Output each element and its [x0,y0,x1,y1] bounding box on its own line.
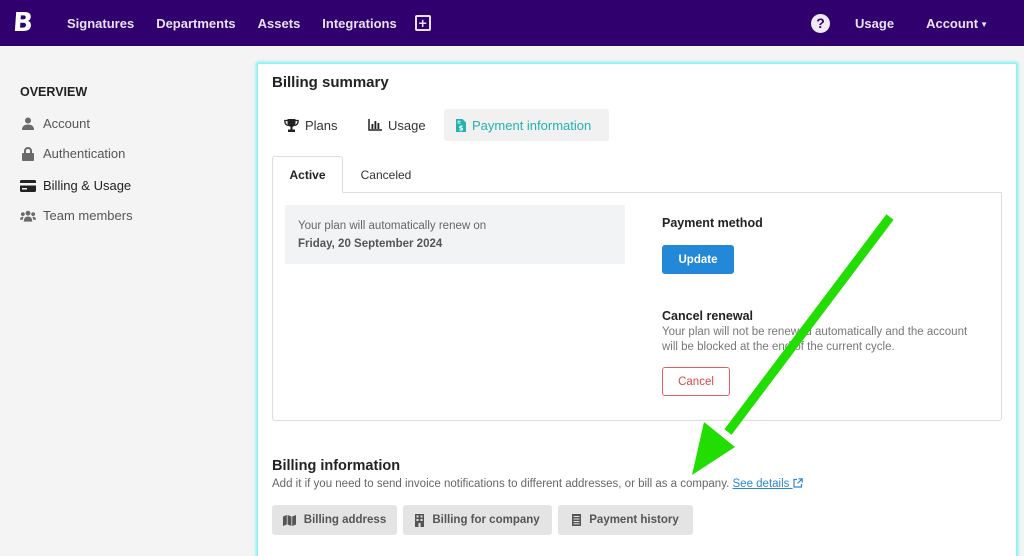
sidebar-item-billing-usage[interactable]: Billing & Usage [20,178,131,193]
sidebar-item-team-members[interactable]: Team members [20,208,133,223]
nav-signatures[interactable]: Signatures [67,16,134,31]
subscription-tabs: Active Canceled [272,156,1002,193]
trophy-icon [284,118,299,132]
users-icon [20,210,36,222]
billing-information-description: Add it if you need to send invoice notif… [272,478,803,490]
sidebar-item-account[interactable]: Account [20,116,90,131]
sidebar-item-label: Billing & Usage [43,178,132,193]
svg-text:$: $ [459,124,464,132]
renewal-info: Your plan will automatically renew on Fr… [285,205,625,264]
billing-summary-title: Billing summary [272,74,389,91]
see-details-link[interactable]: See details [733,478,803,490]
building-icon [415,513,425,527]
payment-history-button[interactable]: Payment history [558,505,693,535]
nav-assets[interactable]: Assets [258,16,301,31]
subtab-canceled[interactable]: Canceled [350,156,422,193]
billing-panel: Billing summary Plans Usage $ Payment in… [258,64,1016,556]
tab-payment-information-label: Payment information [472,117,592,133]
plus-square-icon[interactable]: + [414,15,431,31]
sidebar-heading: OVERVIEW [20,85,88,99]
billing-for-company-button[interactable]: Billing for company [403,505,552,535]
renewal-text: Your plan will automatically renew on [298,220,487,232]
active-subscription-content: Your plan will automatically renew on Fr… [272,192,1002,421]
nav-departments[interactable]: Departments [156,16,235,31]
lock-icon [20,146,36,161]
user-icon [20,117,36,130]
payment-method-title: Payment method [662,216,763,230]
subtab-active[interactable]: Active [272,156,343,193]
question-circle-icon[interactable]: ? [811,13,831,33]
sidebar-item-label: Authentication [43,146,126,161]
receipt-icon [572,514,582,526]
renewal-date: Friday, 20 September 2024 [298,238,443,250]
tab-plans[interactable]: Plans [284,109,338,141]
cancel-renewal-title: Cancel renewal [662,309,754,323]
sidebar-item-label: Team members [43,208,133,223]
sidebar: OVERVIEW Account Authentication Billing … [0,46,250,556]
tab-usage[interactable]: Usage [368,109,426,141]
tab-plans-label: Plans [305,117,338,133]
sidebar-item-label: Account [43,116,90,131]
account-menu[interactable]: Account ▼ [926,16,988,31]
chart-bar-icon [368,119,382,131]
sidebar-item-authentication[interactable]: Authentication [20,146,125,161]
tab-payment-information[interactable]: $ Payment information [444,109,609,141]
cancel-renewal-description: Your plan will not be renewed automatica… [662,326,968,353]
external-link-icon [793,478,803,488]
caret-down-icon: ▼ [980,19,988,29]
update-payment-method-button[interactable]: Update [662,245,734,274]
brand-logo[interactable]: B [0,0,46,46]
billing-information-title: Billing information [272,458,401,474]
map-icon [282,514,296,526]
credit-card-icon [20,179,36,192]
cancel-renewal-button[interactable]: Cancel [662,367,730,396]
nav-usage[interactable]: Usage [855,16,894,31]
top-navbar: B Signatures Departments Assets Integrat… [0,0,1024,46]
invoice-dollar-icon: $ [456,118,466,132]
nav-integrations[interactable]: Integrations [322,16,396,31]
billing-address-button[interactable]: Billing address [272,505,397,535]
tab-usage-label: Usage [388,117,426,133]
